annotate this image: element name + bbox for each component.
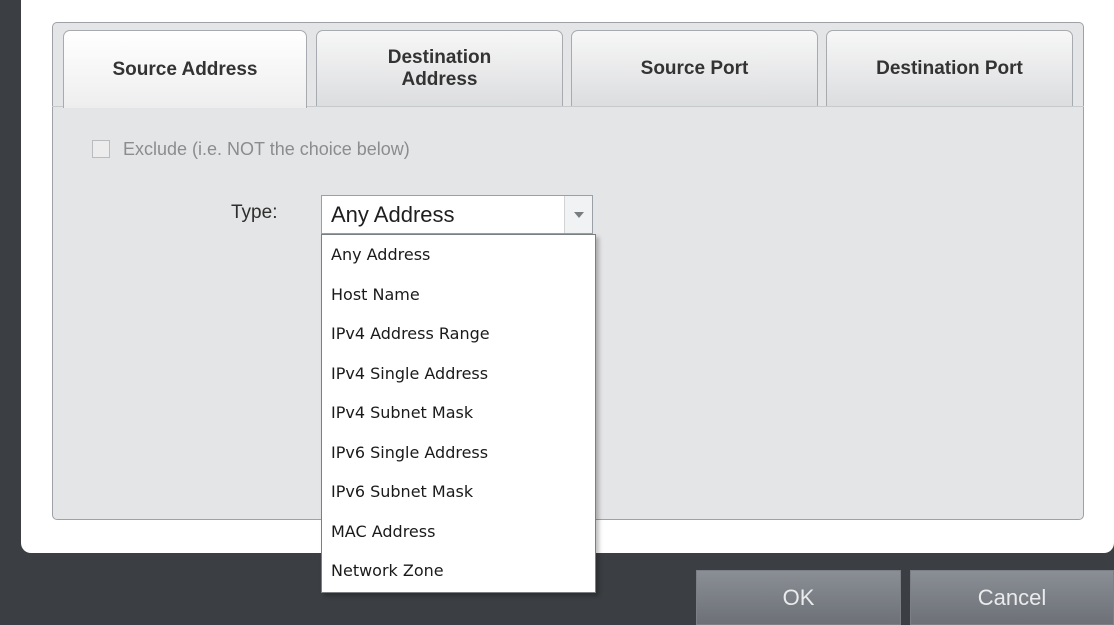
tab-label: Source Address: [112, 58, 258, 80]
tab-source-port[interactable]: Source Port: [571, 30, 818, 106]
type-dropdown-list: Any Address Host Name IPv4 Address Range…: [321, 234, 596, 593]
type-select-value: Any Address: [331, 201, 455, 227]
exclude-checkbox[interactable]: [92, 140, 110, 158]
tab-destination-address[interactable]: Destination Address: [316, 30, 563, 106]
type-label: Type:: [231, 202, 278, 223]
ok-label: OK: [782, 584, 815, 610]
dropdown-option-mac-address[interactable]: MAC Address: [322, 512, 595, 552]
tab-label: Destination Port: [876, 57, 1023, 79]
type-select[interactable]: Any Address: [321, 195, 593, 234]
chevron-down-icon: [573, 211, 584, 218]
dropdown-option-ipv4-single-address[interactable]: IPv4 Single Address: [322, 354, 595, 394]
tab-label: Destination Address: [387, 46, 492, 90]
left-edge: [0, 0, 9, 625]
dropdown-option-ipv6-single-address[interactable]: IPv6 Single Address: [322, 433, 595, 473]
tab-destination-port[interactable]: Destination Port: [826, 30, 1073, 106]
dropdown-toggle[interactable]: [564, 196, 592, 233]
dropdown-option-ipv4-subnet-mask[interactable]: IPv4 Subnet Mask: [322, 393, 595, 433]
dropdown-option-ipv6-subnet-mask[interactable]: IPv6 Subnet Mask: [322, 472, 595, 512]
cancel-label: Cancel: [977, 584, 1047, 610]
dropdown-option-host-name[interactable]: Host Name: [322, 275, 595, 315]
ok-button[interactable]: OK: [696, 570, 901, 625]
dropdown-option-ipv4-address-range[interactable]: IPv4 Address Range: [322, 314, 595, 354]
dropdown-option-any-address[interactable]: Any Address: [322, 235, 595, 275]
tab-source-address[interactable]: Source Address: [63, 30, 307, 108]
tab-label: Source Port: [640, 57, 749, 79]
exclude-label: Exclude (i.e. NOT the choice below): [123, 138, 410, 159]
cancel-button[interactable]: Cancel: [910, 570, 1114, 625]
dropdown-option-network-zone[interactable]: Network Zone: [322, 551, 595, 591]
exclude-option[interactable]: Exclude (i.e. NOT the choice below): [92, 138, 410, 160]
